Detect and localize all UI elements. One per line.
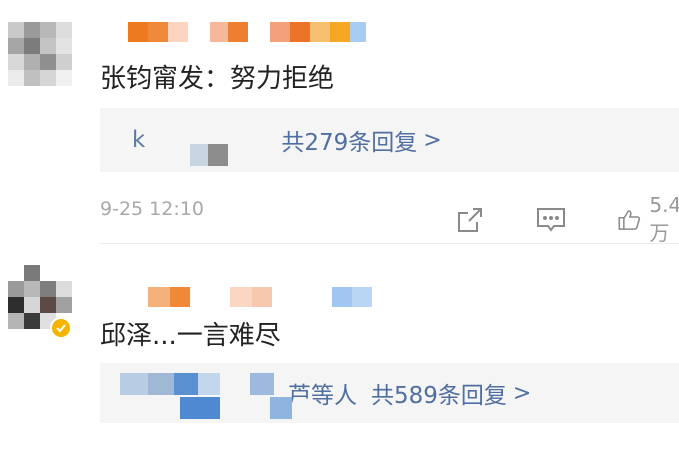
reply-author-mosaic [190, 144, 228, 166]
like-count: 5.4万 [649, 193, 679, 245]
comment-item: 张钧甯发：努力拒绝 k 共279条回复 > 9-25 12:10 5.4万 [0, 0, 679, 245]
like-button[interactable]: 5.4万 [617, 193, 679, 246]
comment-text: 张钧甯发：努力拒绝 [100, 64, 335, 94]
username[interactable] [128, 22, 366, 42]
chevron-right-icon: > [423, 127, 442, 153]
reply-preview[interactable]: k 共279条回复 > [100, 108, 679, 172]
view-replies-link[interactable]: 共279条回复 > [281, 123, 441, 157]
comment-actions: 5.4万 [455, 193, 679, 246]
comment-text: 邱泽...一言难尽 [100, 321, 281, 351]
comment-timestamp: 9-25 12:10 [100, 198, 204, 220]
reply-author-mosaic [144, 124, 188, 146]
reply-preview[interactable]: 芦等人 共589条回复 > [100, 363, 679, 423]
like-icon [618, 209, 641, 230]
view-replies-link[interactable]: 共589条回复 > [371, 376, 531, 410]
comment-icon [537, 207, 565, 232]
comment-item: 邱泽...一言难尽 芦等人 共589条回复 > [0, 245, 679, 449]
avatar[interactable] [8, 22, 72, 86]
reply-author-names[interactable]: 芦等人 [288, 376, 357, 410]
reply-author-mosaic [120, 373, 274, 395]
chevron-right-icon: > [512, 380, 532, 406]
reply-author-mosaic [270, 397, 292, 419]
verified-badge-icon [50, 317, 72, 339]
reply-author-mosaic [180, 397, 220, 419]
comment-button[interactable] [535, 205, 567, 235]
reply-count: 共279条回复 [281, 130, 418, 156]
comment-divider [100, 243, 679, 244]
username[interactable] [128, 287, 372, 307]
share-button[interactable] [455, 205, 485, 235]
reply-count: 共589条回复 [371, 383, 507, 409]
share-icon [458, 207, 482, 232]
